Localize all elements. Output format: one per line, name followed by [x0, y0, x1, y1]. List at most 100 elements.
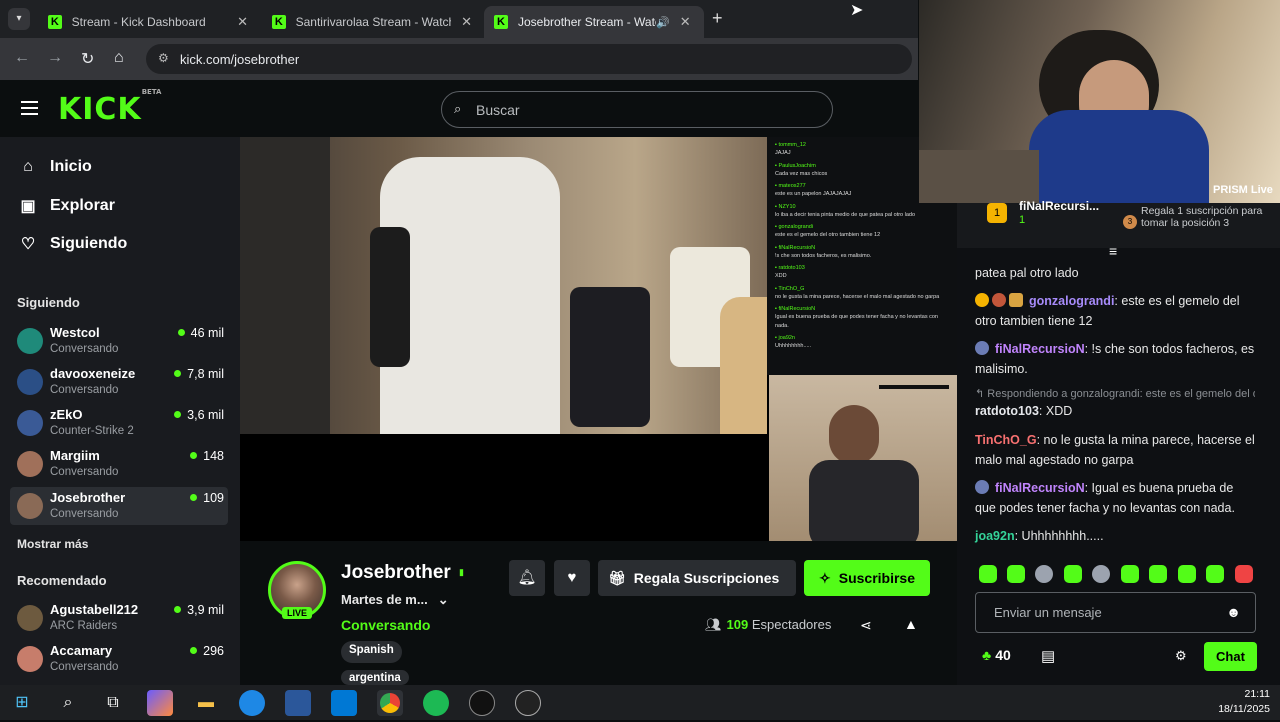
chat-username[interactable]: fiNalRecursioN: [995, 481, 1085, 495]
reply-context[interactable]: ↰ Respondiendo a gonzalograndi: este es …: [975, 387, 1255, 400]
tag-spanish[interactable]: Spanish: [341, 641, 402, 663]
share-icon[interactable]: ⋖: [860, 617, 872, 634]
reload-icon[interactable]: ↻: [81, 49, 94, 69]
close-tab-icon[interactable]: ✕: [237, 14, 248, 30]
notification-bell-button[interactable]: 🔔︎: [509, 560, 545, 596]
emote-icon[interactable]: [1235, 565, 1253, 583]
stream-category[interactable]: Conversando: [341, 617, 430, 633]
emote-icon[interactable]: [1149, 565, 1167, 583]
emote-icon[interactable]: [1064, 565, 1082, 583]
follow-button[interactable]: ♥: [554, 560, 590, 596]
show-more-button[interactable]: Mostrar más: [17, 537, 88, 551]
store-icon[interactable]: ▤: [1041, 647, 1055, 665]
tab-search-button[interactable]: ▾: [8, 8, 30, 30]
subscribe-button[interactable]: ✧ Suscribirse: [804, 560, 930, 596]
viewer-count: 109: [190, 491, 224, 505]
chrome-icon[interactable]: [377, 690, 403, 716]
overlay-chat-line: ▪ TinChO_G no le gusta la mina parece, ha…: [775, 285, 949, 302]
close-tab-icon[interactable]: ✕: [461, 14, 472, 30]
following-item-westcol[interactable]: Westcol Conversando 46 mil: [10, 322, 228, 360]
subscribe-label: Suscribirse: [838, 570, 915, 586]
back-icon[interactable]: ←: [14, 49, 30, 67]
chat-message: TinChO_G: no le gusta la mina parece, ha…: [975, 430, 1255, 470]
emote-icon[interactable]: [1121, 565, 1139, 583]
verified-icon: ▮: [459, 567, 464, 577]
emoji-icon[interactable]: ☻: [1226, 604, 1241, 620]
recommended-item-agustabell212[interactable]: Agustabell212 ARC Raiders 3,9 mil: [10, 599, 228, 637]
top-gifter-count: 1: [1019, 214, 1026, 226]
channel-category: Counter-Strike 2: [50, 425, 134, 437]
gift-icon: 🎁︎: [608, 569, 626, 586]
settings-gear-icon[interactable]: ⚙: [1175, 648, 1187, 664]
channel-category: ARC Raiders: [50, 620, 118, 632]
following-item-josebrother[interactable]: Josebrother Conversando 109: [10, 487, 228, 525]
menu-icon[interactable]: [21, 101, 38, 115]
outlook-icon[interactable]: [331, 690, 357, 716]
following-item-zeko[interactable]: zEkO Counter-Strike 2 3,6 mil: [10, 404, 228, 442]
tab-josebrother[interactable]: K Josebrother Stream - Watch Live on Kic…: [484, 6, 704, 38]
emote-icon[interactable]: [1035, 565, 1053, 583]
kick-logo[interactable]: KICKBETA: [58, 88, 161, 127]
site-info-icon[interactable]: ⚙: [158, 51, 169, 65]
emote-icon[interactable]: [1178, 565, 1196, 583]
tag-argentina[interactable]: argentina: [341, 670, 409, 685]
following-header: Siguiendo: [17, 295, 80, 310]
chat-message: fiNalRecursioN: Igual es buena prueba de…: [975, 478, 1255, 518]
chat-username[interactable]: joa92n: [975, 529, 1015, 543]
chat-leaderboard[interactable]: 1 fiNalRecursi... 1 3 Regala 1 suscripci…: [957, 199, 1280, 248]
speaker-icon[interactable]: 🔊: [656, 16, 670, 29]
message-text: patea pal otro lado: [975, 266, 1079, 280]
tab-title: Stream - Kick Dashboard: [71, 15, 206, 29]
input-placeholder: Enviar un mensaje: [994, 605, 1102, 620]
chevron-down-icon[interactable]: ⌄: [438, 592, 449, 607]
emote-icon[interactable]: [1092, 565, 1110, 583]
forward-icon[interactable]: →: [47, 49, 63, 67]
nav-explorar[interactable]: ▣ Explorar: [18, 196, 114, 216]
emote-icon[interactable]: [979, 565, 997, 583]
chat-message-input[interactable]: Enviar un mensaje ☻: [975, 592, 1256, 633]
recommended-item-accamary[interactable]: Accamary Conversando 296: [10, 640, 228, 678]
following-item-margiim[interactable]: Margiim Conversando 148: [10, 445, 228, 483]
obs-icon[interactable]: [469, 690, 495, 716]
tab-santirivarolaa[interactable]: K Santirivarolaa Stream - Watch Live on …: [262, 6, 482, 38]
emote-icon[interactable]: [1007, 565, 1025, 583]
chat-username[interactable]: fiNalRecursioN: [995, 342, 1085, 356]
streaming-app-icon[interactable]: [515, 690, 541, 716]
filter-icon[interactable]: ≡: [1109, 243, 1117, 259]
windows-start-icon[interactable]: ⊞: [9, 690, 35, 716]
search-input[interactable]: ⌕ Buscar: [441, 91, 833, 128]
channel-points[interactable]: ♣ 40: [982, 647, 1011, 663]
home-icon[interactable]: ⌂: [114, 49, 124, 67]
send-chat-button[interactable]: Chat: [1204, 642, 1257, 671]
system-clock[interactable]: 21:11 18/11/2025: [1218, 687, 1270, 717]
video-player[interactable]: ▪ tommm_12 JAJAJ ▪ PaulusJoachim Cada vez m…: [240, 137, 957, 541]
store-app-icon[interactable]: [285, 690, 311, 716]
report-icon[interactable]: ▲: [904, 616, 918, 632]
channel-title[interactable]: Josebrother: [341, 562, 451, 584]
gift-subs-button[interactable]: 🎁︎ Regala Suscripciones: [598, 560, 796, 596]
copilot-icon[interactable]: [147, 690, 173, 716]
chat-username[interactable]: gonzalograndi: [1029, 294, 1114, 308]
following-item-davooxeneize[interactable]: davooxeneize Conversando 7,8 mil: [10, 363, 228, 401]
overlay-chat-line: ▪ ratdoto103 XDD: [775, 264, 949, 281]
stream-title[interactable]: Martes de m... ⌄: [341, 592, 449, 608]
star-icon: ✧: [819, 569, 831, 586]
top-gifter-name: fiNalRecursi...: [1019, 199, 1100, 213]
nav-siguiendo[interactable]: ♡ Siguiendo: [18, 234, 128, 254]
file-explorer-icon[interactable]: ▬: [193, 690, 219, 716]
chat-username[interactable]: ratdoto103: [975, 404, 1039, 418]
avatar: [17, 410, 43, 436]
clock-time: 21:11: [1244, 688, 1271, 700]
chat-username[interactable]: TinChO_G: [975, 433, 1037, 447]
url-bar[interactable]: ⚙ kick.com/josebrother: [146, 44, 912, 74]
new-tab-button[interactable]: +: [712, 8, 723, 29]
spotify-icon[interactable]: [423, 690, 449, 716]
close-tab-icon[interactable]: ✕: [680, 14, 691, 30]
overlay-chat-text: !s che son todos facheros, es malisimo.: [775, 252, 872, 259]
nav-inicio[interactable]: ⌂ Inicio: [18, 158, 92, 176]
emote-icon[interactable]: [1206, 565, 1224, 583]
task-view-icon[interactable]: ⧉: [100, 690, 126, 716]
edge-icon[interactable]: [239, 690, 265, 716]
tab-kick-dashboard[interactable]: K Stream - Kick Dashboard ✕: [38, 6, 258, 38]
search-icon[interactable]: ⌕: [55, 690, 81, 716]
